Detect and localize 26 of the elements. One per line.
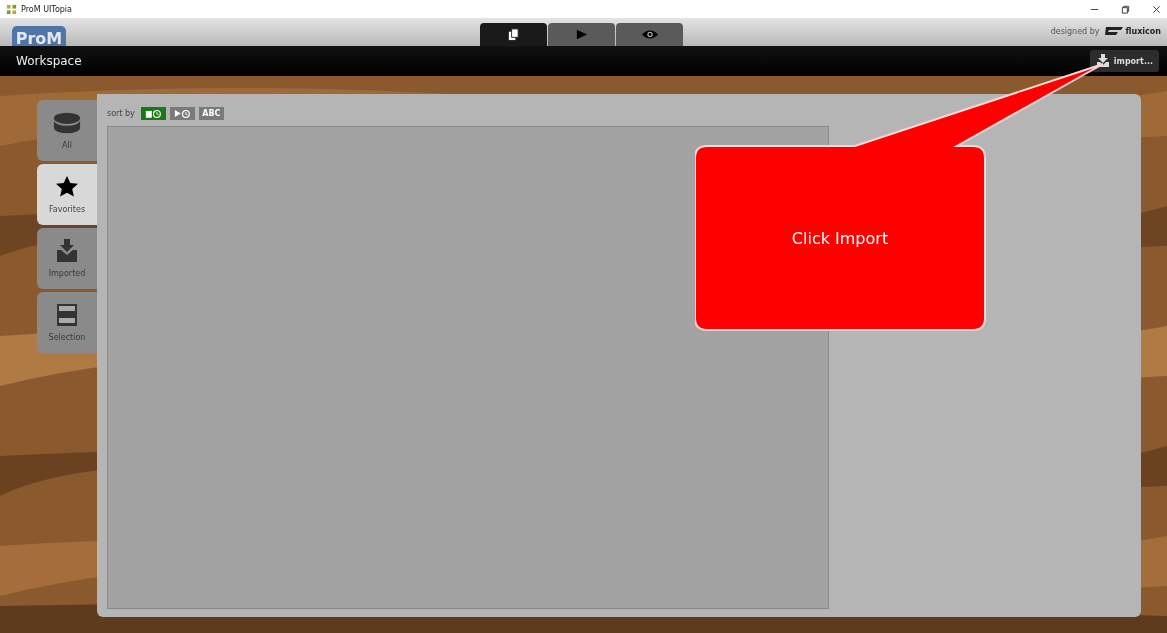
- credit-text: designed by: [1050, 26, 1100, 36]
- sidebar-tab[interactable]: All: [37, 100, 97, 161]
- view-tab[interactable]: [480, 23, 547, 46]
- prom-logo: ProM: [12, 26, 66, 46]
- documents-icon: [507, 28, 520, 41]
- sort-button[interactable]: ABC: [198, 107, 224, 120]
- close-icon[interactable]: [1152, 4, 1161, 14]
- database-icon: [53, 111, 81, 135]
- restore-icon[interactable]: [1121, 4, 1130, 14]
- app-icon: [6, 3, 17, 15]
- sort-button[interactable]: [140, 107, 166, 120]
- import-button[interactable]: import...: [1089, 50, 1159, 72]
- play-icon: [575, 28, 588, 41]
- workspace-title: Workspace: [16, 54, 82, 68]
- callout-text: Click Import: [790, 229, 890, 248]
- sidebar-tab[interactable]: Selection: [37, 292, 97, 353]
- sidebar-tab[interactable]: Favorites: [37, 164, 97, 225]
- fluxicon-logo-icon: [1102, 26, 1123, 36]
- sidebar-tab[interactable]: Imported: [37, 228, 97, 289]
- eye-icon: [640, 28, 659, 41]
- brand-name: fluxicon: [1125, 26, 1161, 36]
- create-clock-icon: [144, 109, 162, 118]
- play-clock-icon: [173, 109, 191, 118]
- sort-button[interactable]: [169, 107, 195, 120]
- sort-label: sort by: [107, 109, 135, 118]
- window-title: ProM UITopia: [21, 4, 72, 14]
